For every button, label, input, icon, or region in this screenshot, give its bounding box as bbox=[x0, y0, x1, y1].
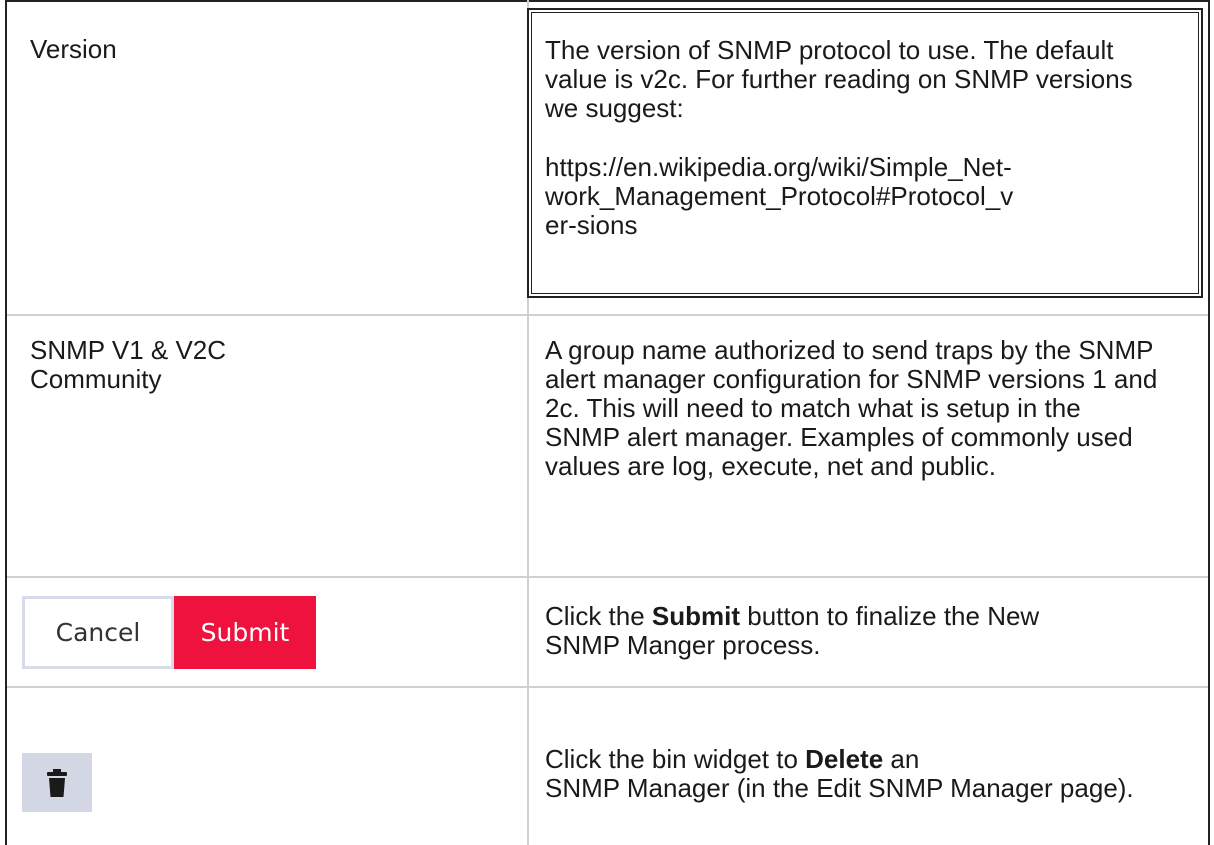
submit-description: Click the Submit button to finalize the … bbox=[545, 602, 1105, 660]
table-row-version: Version The version of SNMP protocol to … bbox=[7, 0, 1208, 316]
version-label: Version bbox=[30, 34, 117, 64]
version-description: The version of SNMP protocol to use. The… bbox=[545, 36, 1185, 240]
cancel-button[interactable]: Cancel bbox=[22, 596, 174, 669]
community-label-line2: Community bbox=[30, 364, 162, 394]
delete-desc-prefix: Click the bin widget to bbox=[545, 744, 806, 774]
submit-button[interactable]: Submit bbox=[174, 596, 316, 669]
community-description: A group name authorized to send traps by… bbox=[545, 335, 1158, 481]
trash-bin-icon bbox=[47, 768, 67, 797]
table-row-delete: Click the bin widget to Delete an SNMP M… bbox=[7, 688, 1208, 845]
documentation-table: Version The version of SNMP protocol to … bbox=[5, 0, 1210, 845]
delete-desc-bold: Delete bbox=[805, 744, 884, 774]
delete-description: Click the bin widget to Delete an SNMP M… bbox=[545, 745, 1185, 803]
version-description-text: The version of SNMP protocol to use. The… bbox=[545, 35, 1133, 123]
community-label: SNMP V1 & V2C Community bbox=[30, 336, 226, 394]
delete-desc-suffix: SNMP Manager (in the Edit SNMP Manager p… bbox=[545, 773, 1134, 803]
delete-desc-mid: an bbox=[883, 744, 920, 774]
submit-desc-prefix: Click the bbox=[545, 601, 652, 631]
submit-desc-bold: Submit bbox=[651, 601, 741, 631]
community-label-line1: SNMP V1 & V2C bbox=[30, 335, 227, 365]
delete-bin-button[interactable] bbox=[22, 753, 92, 812]
table-row-community: SNMP V1 & V2C Community A group name aut… bbox=[7, 316, 1208, 578]
cancel-submit-button-group: Cancel Submit bbox=[22, 596, 316, 669]
wikipedia-link-text: https://en.wikipedia.org/wiki/Simple_Net… bbox=[545, 152, 1014, 240]
